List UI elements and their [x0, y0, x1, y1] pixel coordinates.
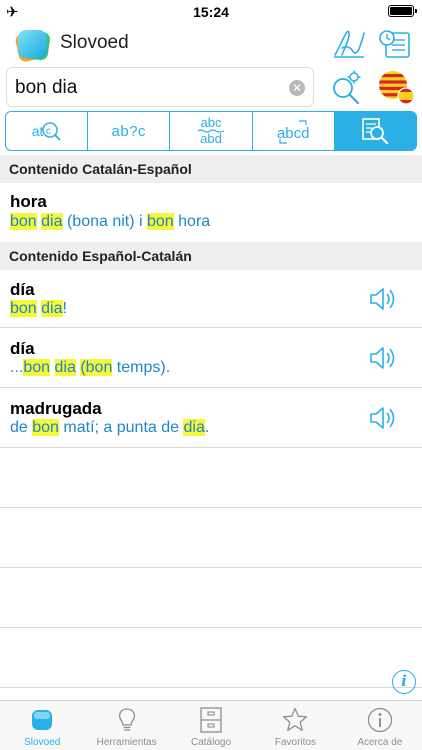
translation-text: matí; a punta de [58, 419, 184, 436]
translation-text: ... [10, 359, 24, 376]
history-icon[interactable] [378, 28, 412, 60]
tab-label: Favoritos [274, 737, 316, 748]
app-title: Slovoed [60, 32, 129, 53]
translation-text [50, 359, 54, 376]
slovoed-tab-icon [32, 710, 53, 730]
translation: bon dia! [10, 300, 67, 318]
fuzzy-search-mode-label-top: abc [200, 115, 222, 130]
full-text-search-mode-button[interactable] [334, 112, 416, 150]
empty-row [0, 508, 422, 568]
info-icon [367, 707, 392, 733]
tab-label: Herramientas [96, 737, 157, 748]
fuzzy-search-mode-button[interactable]: abc abd [170, 112, 253, 150]
translation-text: . [204, 419, 210, 436]
svg-text:c: c [46, 126, 51, 137]
headword: hora [10, 192, 47, 211]
status-time: 15:24 [193, 4, 229, 20]
fuzzy-search-mode-label-bottom: abd [200, 131, 222, 146]
speaker-icon[interactable] [368, 343, 396, 373]
speaker-icon[interactable] [368, 403, 396, 433]
status-bar: ✈ 15:24 [0, 0, 422, 22]
tab-herramientas[interactable]: Herramientas [84, 701, 168, 750]
app-header: Slovoed [0, 22, 422, 64]
highlight-match: bon [10, 213, 37, 230]
empty-row [0, 448, 422, 508]
highlight-match: dia [41, 213, 63, 230]
tab-bar: Slovoed Herramientas Catálogo Favoritos … [0, 700, 422, 750]
translation-text: temps). [112, 359, 171, 376]
anagram-mode-button[interactable]: abcd [253, 112, 335, 150]
tab-label: Slovoed [24, 737, 61, 748]
highlight-match: bon [147, 213, 174, 230]
tab-label: Acerca de [357, 737, 403, 748]
highlight-match: bon [10, 300, 37, 317]
lightbulb-icon [118, 708, 135, 731]
cabinet-icon [200, 707, 222, 733]
translation: de bon matí; a punta de dia. [10, 419, 209, 437]
search-input[interactable]: bon dia ✕ [6, 67, 314, 107]
translation-text: de [10, 419, 33, 436]
slovoed-logo-icon [15, 29, 50, 62]
highlight-match: (bon [80, 359, 113, 376]
speaker-icon[interactable] [368, 284, 396, 314]
search-settings-icon[interactable] [330, 70, 362, 104]
translation: ...bon dia (bon temps). [10, 359, 170, 377]
tab-favoritos[interactable]: Favoritos [253, 701, 337, 750]
result-item-dia-2[interactable]: día ...bon dia (bon temps). [0, 328, 422, 388]
tab-acerca-de[interactable]: Acerca de [338, 701, 422, 750]
result-item-madrugada[interactable]: madrugada de bon matí; a punta de dia. [0, 388, 422, 448]
battery-icon [388, 5, 417, 17]
anagram-mode-icon [279, 120, 307, 144]
tab-catalogo[interactable]: Catálogo [169, 701, 253, 750]
highlight-match: bon [32, 419, 59, 436]
headword: día [10, 339, 35, 358]
highlight-match: bon [23, 359, 51, 376]
handwriting-icon[interactable] [332, 28, 366, 60]
search-word-mode-icon: c [42, 122, 62, 141]
translation: bon dia (bona nit) i bon hora [10, 213, 210, 231]
info-button[interactable]: i [392, 670, 416, 694]
search-word-mode-button[interactable]: at c [6, 112, 89, 150]
empty-row [0, 628, 422, 688]
wildcard-search-mode-label: ab?c [111, 122, 147, 140]
result-item-hora[interactable]: hora bon dia (bona nit) i bon hora [0, 183, 422, 243]
result-item-dia[interactable]: día bon dia! [0, 270, 422, 328]
tab-label: Catálogo [191, 737, 232, 748]
full-text-search-mode-icon [362, 118, 389, 145]
headword: madrugada [10, 399, 102, 418]
section-header-spanish-catalan: Contenido Español-Catalán [0, 242, 422, 270]
translation-text: hora [173, 213, 211, 230]
section-header-catalan-spanish: Contenido Catalán-Español [0, 155, 422, 183]
headword: día [10, 280, 35, 299]
translation-text: ! [62, 300, 67, 317]
clear-icon[interactable]: ✕ [289, 80, 305, 96]
search-input-value[interactable]: bon dia [15, 77, 77, 99]
star-icon [283, 707, 308, 731]
highlight-match: dia [183, 419, 205, 436]
empty-row [0, 568, 422, 628]
catalan-spanish-flag-icon[interactable] [378, 70, 416, 106]
highlight-match: dia [41, 300, 63, 317]
wildcard-search-mode-button[interactable]: ab?c [88, 112, 171, 150]
search-mode-selector: at c ab?c abc abd abcd [5, 111, 417, 151]
tab-slovoed[interactable]: Slovoed [0, 701, 84, 750]
translation-text: (bona nit) i [62, 213, 147, 230]
highlight-match: dia [54, 359, 76, 376]
